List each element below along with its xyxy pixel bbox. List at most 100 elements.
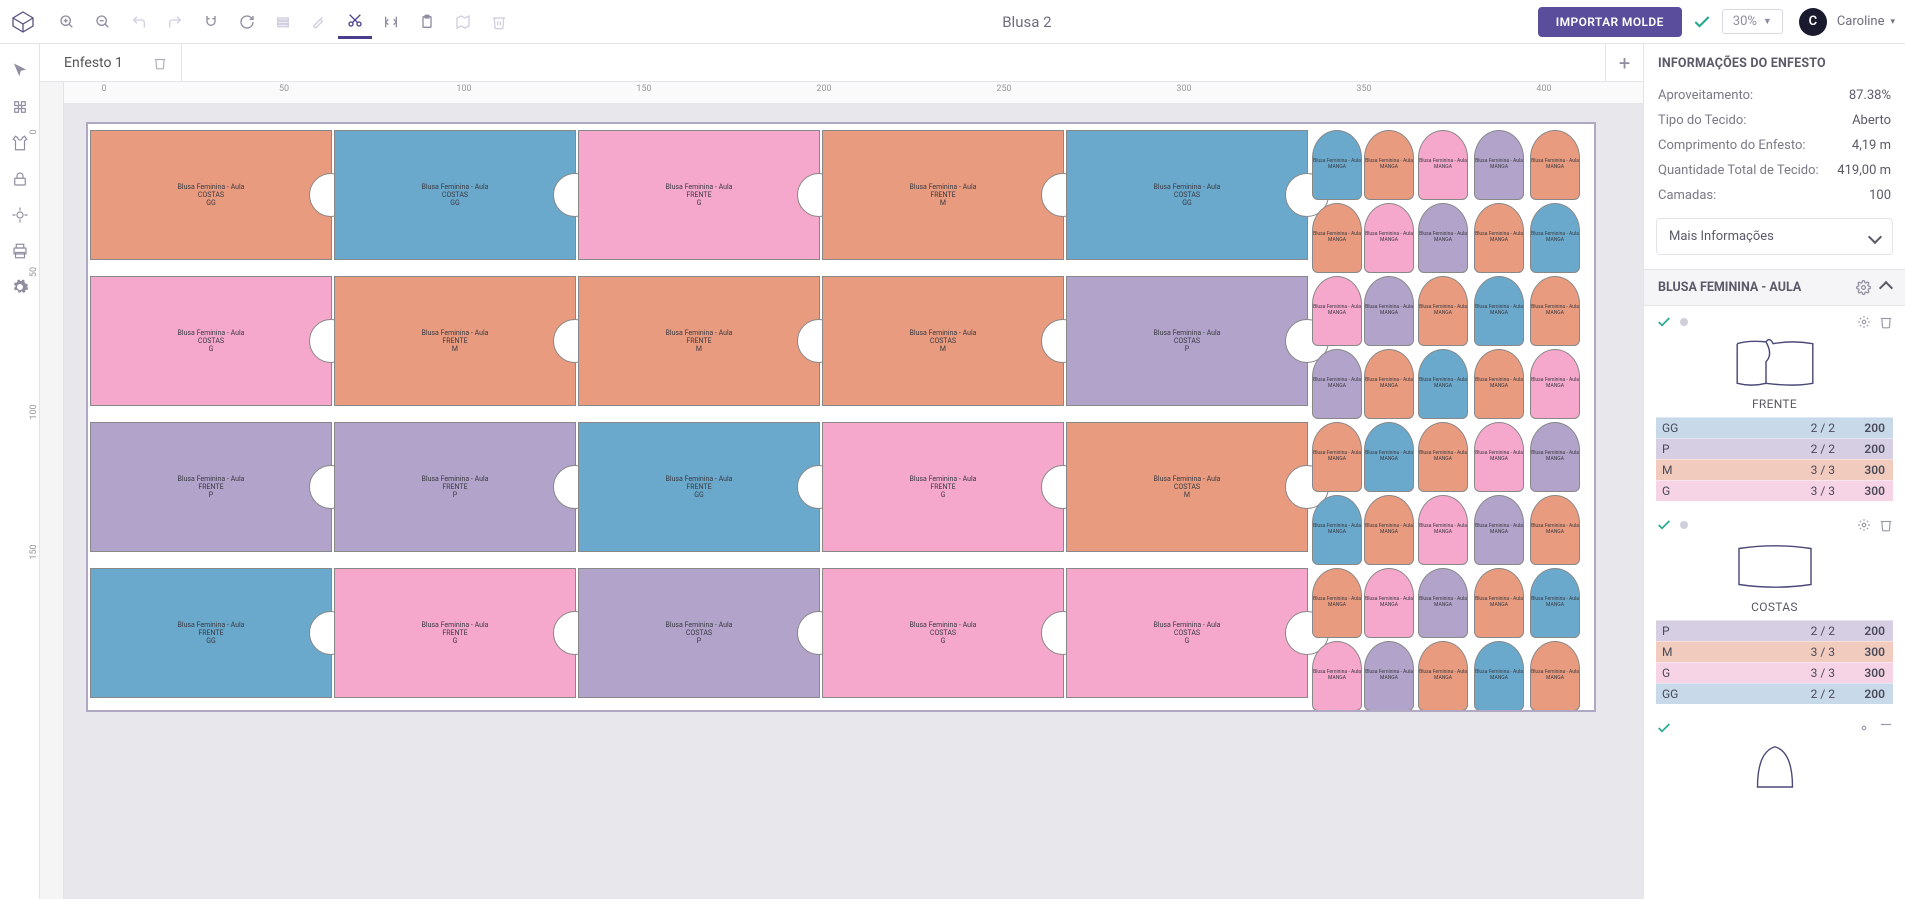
pattern-piece-sleeve[interactable]: Blusa Feminina - AulaMANGA: [1312, 641, 1362, 711]
pattern-piece[interactable]: Blusa Feminina - AulaFRENTEGG: [90, 568, 332, 698]
pattern-piece-sleeve[interactable]: Blusa Feminina - AulaMANGA: [1312, 276, 1362, 346]
size-row[interactable]: G3 / 3300: [1656, 662, 1893, 683]
pattern-piece-sleeve[interactable]: Blusa Feminina - AulaMANGA: [1530, 203, 1580, 273]
pattern-piece-sleeve[interactable]: Blusa Feminina - AulaMANGA: [1418, 130, 1468, 200]
pattern-piece[interactable]: Blusa Feminina - AulaCOSTASG: [1066, 568, 1308, 698]
pattern-piece-sleeve[interactable]: Blusa Feminina - AulaMANGA: [1530, 349, 1580, 419]
pattern-piece-sleeve[interactable]: Blusa Feminina - AulaMANGA: [1530, 568, 1580, 638]
user-menu[interactable]: Caroline▾: [1837, 14, 1895, 29]
pattern-piece-sleeve[interactable]: Blusa Feminina - AulaMANGA: [1474, 495, 1524, 565]
pattern-piece-sleeve[interactable]: Blusa Feminina - AulaMANGA: [1530, 276, 1580, 346]
avatar[interactable]: C: [1799, 8, 1827, 36]
tab-enfesto-1[interactable]: Enfesto 1: [50, 44, 182, 81]
pattern-piece-sleeve[interactable]: Blusa Feminina - AulaMANGA: [1474, 349, 1524, 419]
pattern-piece-sleeve[interactable]: Blusa Feminina - AulaMANGA: [1418, 349, 1468, 419]
clipboard-icon[interactable]: [410, 5, 444, 39]
pattern-piece-sleeve[interactable]: Blusa Feminina - AulaMANGA: [1312, 495, 1362, 565]
pattern-piece-sleeve[interactable]: Blusa Feminina - AulaMANGA: [1474, 641, 1524, 711]
pattern-piece-sleeve[interactable]: Blusa Feminina - AulaMANGA: [1474, 422, 1524, 492]
pattern-piece-sleeve[interactable]: Blusa Feminina - AulaMANGA: [1418, 203, 1468, 273]
pattern-piece-sleeve[interactable]: Blusa Feminina - AulaMANGA: [1312, 130, 1362, 200]
pattern-piece-sleeve[interactable]: Blusa Feminina - AulaMANGA: [1530, 130, 1580, 200]
pattern-piece[interactable]: Blusa Feminina - AulaFRENTEP: [90, 422, 332, 552]
target-tool-icon[interactable]: [7, 202, 33, 228]
size-row[interactable]: M3 / 3300: [1656, 459, 1893, 480]
size-row[interactable]: G3 / 3300: [1656, 480, 1893, 501]
print-tool-icon[interactable]: [7, 238, 33, 264]
pattern-piece-sleeve[interactable]: Blusa Feminina - AulaMANGA: [1418, 568, 1468, 638]
pattern-piece-sleeve[interactable]: Blusa Feminina - AulaMANGA: [1312, 349, 1362, 419]
pattern-piece[interactable]: Blusa Feminina - AulaFRENTEM: [334, 276, 576, 406]
magnet-icon[interactable]: [194, 5, 228, 39]
pattern-piece[interactable]: Blusa Feminina - AulaFRENTEM: [578, 276, 820, 406]
settings-tool-icon[interactable]: [7, 274, 33, 300]
spacing-icon[interactable]: [374, 5, 408, 39]
zoom-select[interactable]: 30%▼: [1722, 9, 1783, 34]
piece-gear-icon[interactable]: [1857, 518, 1871, 532]
piece-check-icon[interactable]: [1656, 517, 1672, 533]
pattern-piece-sleeve[interactable]: Blusa Feminina - AulaMANGA: [1364, 130, 1414, 200]
pattern-piece[interactable]: Blusa Feminina - AulaFRENTEP: [334, 422, 576, 552]
piece-trash-icon[interactable]: [1879, 518, 1893, 532]
pattern-piece-sleeve[interactable]: Blusa Feminina - AulaMANGA: [1474, 130, 1524, 200]
size-row[interactable]: P2 / 2200: [1656, 620, 1893, 641]
zoom-in-icon[interactable]: [50, 5, 84, 39]
pattern-header[interactable]: BLUSA FEMININA - AULA: [1644, 269, 1905, 306]
map-icon[interactable]: [446, 5, 480, 39]
pattern-piece-sleeve[interactable]: Blusa Feminina - AulaMANGA: [1530, 495, 1580, 565]
cursor-tool-icon[interactable]: [7, 58, 33, 84]
pattern-piece-sleeve[interactable]: Blusa Feminina - AulaMANGA: [1474, 203, 1524, 273]
marker-canvas[interactable]: Blusa Feminina - AulaCOSTASGGBlusa Femin…: [64, 104, 1643, 899]
pattern-piece[interactable]: Blusa Feminina - AulaCOSTASGG: [334, 130, 576, 260]
refresh-icon[interactable]: [230, 5, 264, 39]
piece-check-icon[interactable]: [1656, 720, 1672, 736]
add-tab-button[interactable]: +: [1605, 44, 1643, 81]
pattern-piece-sleeve[interactable]: Blusa Feminina - AulaMANGA: [1530, 422, 1580, 492]
pattern-piece[interactable]: Blusa Feminina - AulaCOSTASP: [578, 568, 820, 698]
paint-icon[interactable]: [302, 5, 336, 39]
import-mold-button[interactable]: IMPORTAR MOLDE: [1538, 7, 1682, 37]
pattern-piece[interactable]: Blusa Feminina - AulaFRENTEG: [822, 422, 1064, 552]
undo-icon[interactable]: [122, 5, 156, 39]
more-info-toggle[interactable]: Mais Informações: [1656, 218, 1893, 255]
pattern-piece-sleeve[interactable]: Blusa Feminina - AulaMANGA: [1364, 422, 1414, 492]
pattern-piece-sleeve[interactable]: Blusa Feminina - AulaMANGA: [1312, 203, 1362, 273]
pattern-piece-sleeve[interactable]: Blusa Feminina - AulaMANGA: [1418, 276, 1468, 346]
size-row[interactable]: P2 / 2200: [1656, 438, 1893, 459]
pattern-piece-sleeve[interactable]: Blusa Feminina - AulaMANGA: [1418, 641, 1468, 711]
pattern-piece[interactable]: Blusa Feminina - AulaCOSTASG: [822, 568, 1064, 698]
pattern-piece-sleeve[interactable]: Blusa Feminina - AulaMANGA: [1474, 276, 1524, 346]
size-row[interactable]: GG2 / 2200: [1656, 417, 1893, 438]
pattern-piece[interactable]: Blusa Feminina - AulaFRENTEGG: [578, 422, 820, 552]
cut-icon[interactable]: [338, 5, 372, 39]
pattern-piece[interactable]: Blusa Feminina - AulaFRENTEG: [578, 130, 820, 260]
pattern-piece-sleeve[interactable]: Blusa Feminina - AulaMANGA: [1418, 422, 1468, 492]
pattern-piece-sleeve[interactable]: Blusa Feminina - AulaMANGA: [1364, 495, 1414, 565]
pattern-piece[interactable]: Blusa Feminina - AulaCOSTASM: [1066, 422, 1308, 552]
pattern-piece[interactable]: Blusa Feminina - AulaCOSTASG: [90, 276, 332, 406]
pattern-piece[interactable]: Blusa Feminina - AulaFRENTEG: [334, 568, 576, 698]
piece-gear-icon[interactable]: [1857, 315, 1871, 329]
zoom-out-icon[interactable]: [86, 5, 120, 39]
puzzle-tool-icon[interactable]: [7, 94, 33, 120]
pattern-piece[interactable]: Blusa Feminina - AulaCOSTASM: [822, 276, 1064, 406]
app-logo[interactable]: [10, 9, 36, 35]
size-row[interactable]: GG2 / 2200: [1656, 683, 1893, 704]
pattern-piece[interactable]: Blusa Feminina - AulaFRENTEM: [822, 130, 1064, 260]
pattern-piece-sleeve[interactable]: Blusa Feminina - AulaMANGA: [1364, 568, 1414, 638]
pattern-piece-sleeve[interactable]: Blusa Feminina - AulaMANGA: [1530, 641, 1580, 711]
piece-trash-icon[interactable]: [1879, 721, 1893, 735]
pattern-piece-sleeve[interactable]: Blusa Feminina - AulaMANGA: [1364, 276, 1414, 346]
pattern-piece-sleeve[interactable]: Blusa Feminina - AulaMANGA: [1364, 641, 1414, 711]
pattern-piece-sleeve[interactable]: Blusa Feminina - AulaMANGA: [1364, 203, 1414, 273]
trash-icon[interactable]: [482, 5, 516, 39]
pattern-piece-sleeve[interactable]: Blusa Feminina - AulaMANGA: [1312, 568, 1362, 638]
size-row[interactable]: M3 / 3300: [1656, 641, 1893, 662]
gear-icon[interactable]: [1856, 280, 1871, 295]
pattern-piece-sleeve[interactable]: Blusa Feminina - AulaMANGA: [1418, 495, 1468, 565]
redo-icon[interactable]: [158, 5, 192, 39]
pattern-piece-sleeve[interactable]: Blusa Feminina - AulaMANGA: [1474, 568, 1524, 638]
pattern-piece-sleeve[interactable]: Blusa Feminina - AulaMANGA: [1364, 349, 1414, 419]
piece-trash-icon[interactable]: [1879, 315, 1893, 329]
piece-check-icon[interactable]: [1656, 314, 1672, 330]
